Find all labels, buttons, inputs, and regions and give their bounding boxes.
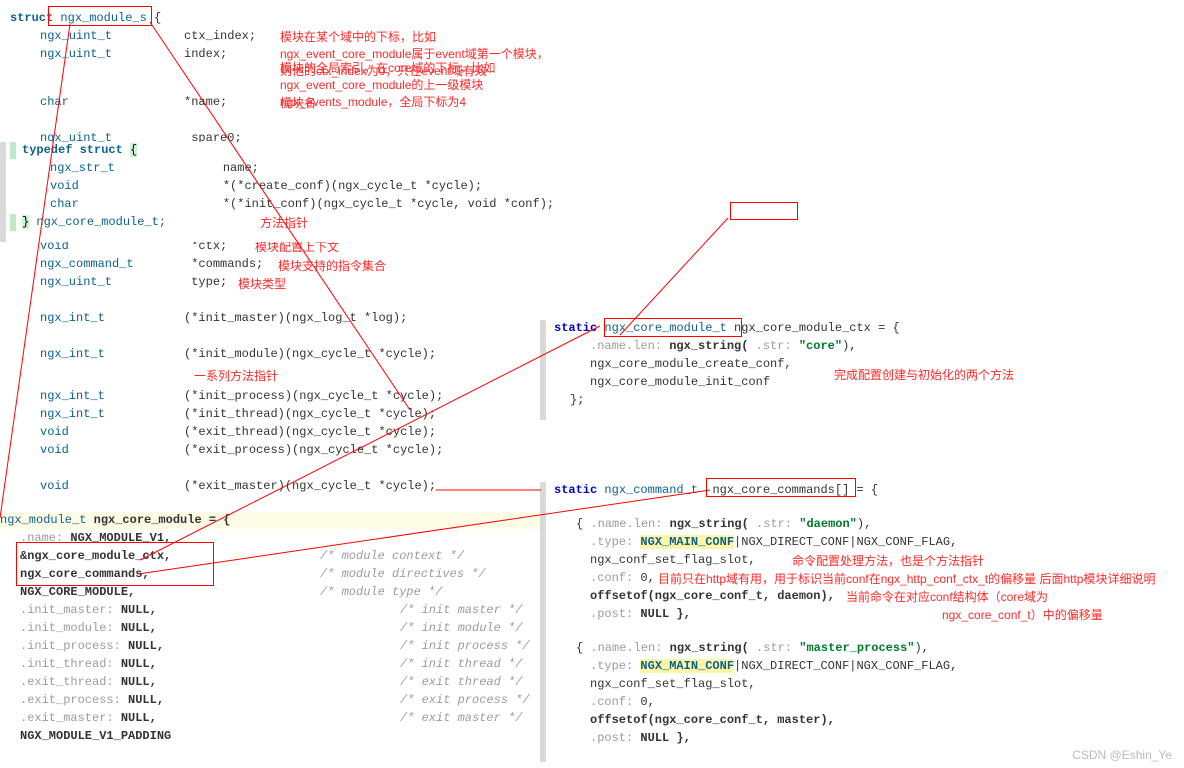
annotation: 模块的全局索引，在core域的下标，比如ngx_event_core_modul… (280, 60, 560, 111)
annotation: 命令配置处理方法，也是个方法指针 (792, 553, 984, 570)
annotation: 模块名 (280, 95, 316, 112)
annotation: 模块类型 (238, 276, 286, 293)
box-typedef-init (730, 202, 798, 220)
annotation: 一系列方法指针 (194, 368, 278, 385)
annotation: 当前命令在对应conf结构体（core域为 (846, 589, 1048, 606)
annotation: 方法指针 (260, 215, 308, 232)
struct-pane: struct ngx_module_s { ngx_uint_t ctx_ind… (0, 0, 560, 500)
annotation: 完成配置创建与初始化的两个方法 (834, 367, 1014, 384)
annotation: 目前只在http域有用，用于标识当前conf在ngx_http_conf_ctx… (658, 571, 1155, 588)
module-def-pane: ngx_module_t ngx_core_module = { .name: … (0, 512, 560, 768)
annotation: ngx_core_conf_t）中的偏移量 (942, 607, 1103, 624)
commands-pane: static ngx_command_t ngx_core_commands[]… (540, 482, 1180, 762)
code: ngx_uint_t (40, 29, 112, 43)
watermark: CSDN @Eshin_Ye (1072, 747, 1172, 764)
typedef-name: ngx_core_module_t; (36, 215, 166, 229)
typedef-pane: typedef struct { ngx_str_t name; void *(… (0, 142, 640, 242)
annotation: 模块支持的指令集合 (278, 258, 386, 275)
ctx-pane: static ngx_core_module_t ngx_core_module… (540, 320, 1180, 420)
